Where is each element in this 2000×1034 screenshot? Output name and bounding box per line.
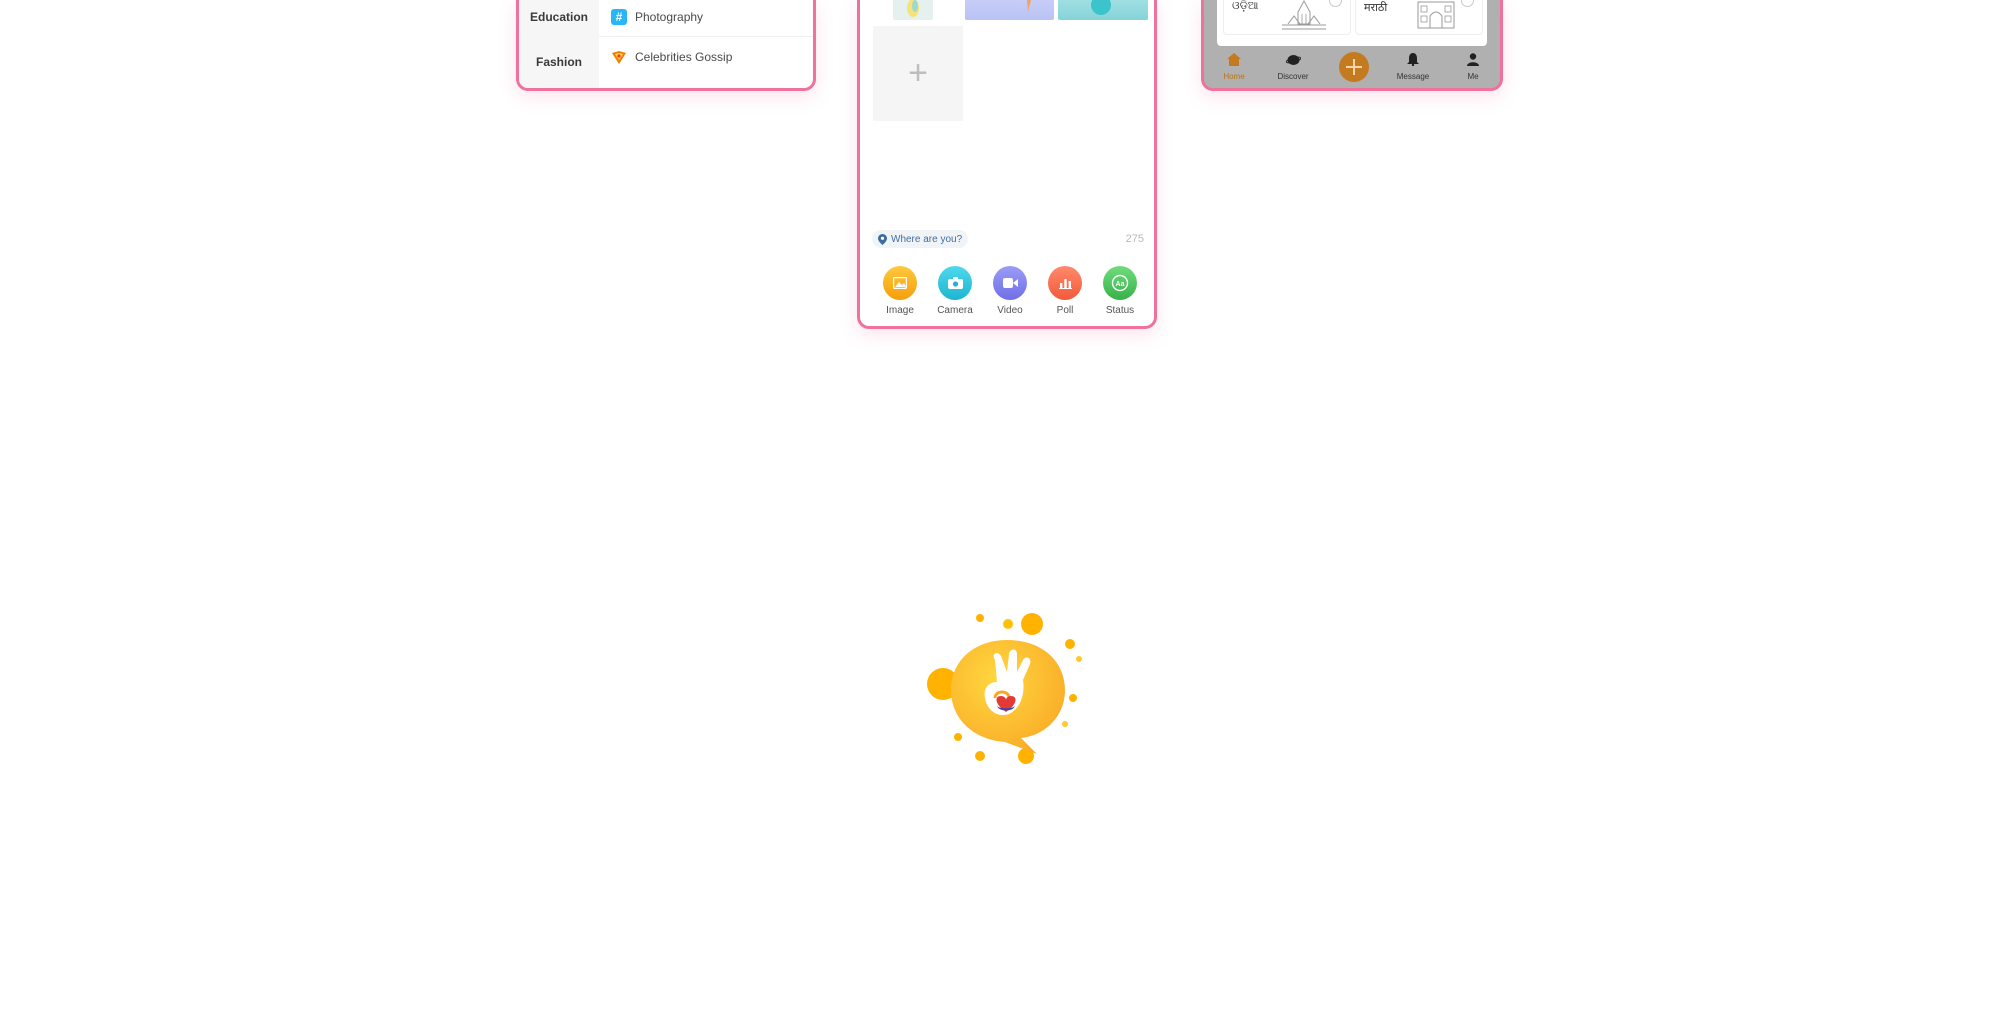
thumbnail-image [907,0,919,17]
category-sidebar: Education Fashion [519,0,599,88]
add-media-button[interactable]: + [873,26,963,121]
category-education[interactable]: Education [519,10,599,24]
video-tool-button[interactable]: Video [985,266,1035,316]
plus-icon [1346,59,1362,75]
language-radio[interactable] [1329,0,1342,7]
character-count: 275 [1125,233,1144,245]
media-thumbnail[interactable] [1058,0,1148,20]
topic-photography[interactable]: # Photography [611,9,703,25]
person-icon [1467,53,1479,66]
tool-label: Video [997,305,1023,316]
location-pin-icon [878,233,887,245]
gateway-illustration-icon [1417,1,1455,29]
gossip-icon [612,51,626,64]
hashtag-icon: # [611,9,627,25]
tool-label: Status [1105,305,1135,316]
tool-label: Camera [937,305,973,316]
discover-icon [1285,55,1301,65]
post-composer-screen: + Where are you? 275 Image Camera Video … [857,0,1157,329]
tab-label: Message [1396,72,1430,81]
image-tool-button[interactable]: Image [875,266,925,316]
temple-illustration-icon [1282,0,1326,30]
app-logo [927,613,1082,764]
language-label: मराठी [1364,2,1388,14]
tab-label: Discover [1277,72,1309,81]
poll-icon [1048,266,1082,300]
tab-home[interactable]: Home [1209,53,1259,81]
status-tool-button[interactable]: Aa Status [1095,266,1145,316]
create-post-button[interactable] [1339,52,1369,82]
location-label: Where are you? [891,233,963,245]
tool-label: Poll [1056,305,1074,316]
language-option-odia[interactable]: ଓଡ଼ିଆ [1223,0,1351,35]
bottom-tab-bar: Home Discover Message Me [1204,50,1500,88]
poll-tool-button[interactable]: Poll [1040,266,1090,316]
language-radio[interactable] [1461,0,1474,7]
topic-label: Photography [635,10,704,24]
tab-label: Me [1467,72,1479,81]
language-sheet: ଓଡ଼ିଆ मराठी [1217,0,1487,46]
language-label: ଓଡ଼ିଆ [1232,0,1259,12]
category-screen: Education Fashion # Photography Celebrit… [516,0,816,91]
media-thumbnail[interactable] [965,0,1054,20]
image-icon [883,266,917,300]
thumbnail-image [1027,0,1031,12]
tab-discover[interactable]: Discover [1268,53,1318,81]
category-fashion[interactable]: Fashion [519,55,599,69]
tab-label: Home [1223,72,1245,81]
divider [599,36,813,37]
camera-tool-button[interactable]: Camera [930,266,980,316]
status-icon: Aa [1103,266,1137,300]
language-select-screen: ଓଡ଼ିଆ मराठी Home Discover Message Me [1201,0,1503,91]
bell-icon [1407,53,1419,67]
tool-label: Image [886,305,914,316]
camera-icon [938,266,972,300]
topic-label: Celebrities Gossip [635,50,733,64]
language-option-marathi[interactable]: मराठी [1355,0,1483,35]
thumbnail-image [1091,0,1111,15]
topic-celebrities-gossip[interactable]: Celebrities Gossip [611,49,732,65]
tab-me[interactable]: Me [1448,53,1498,81]
tab-message[interactable]: Message [1388,53,1438,81]
svg-text:Aa: Aa [1116,281,1125,288]
media-thumbnail[interactable] [893,0,933,20]
video-icon [993,266,1027,300]
home-icon [1227,53,1241,66]
location-button[interactable]: Where are you? [872,230,969,248]
